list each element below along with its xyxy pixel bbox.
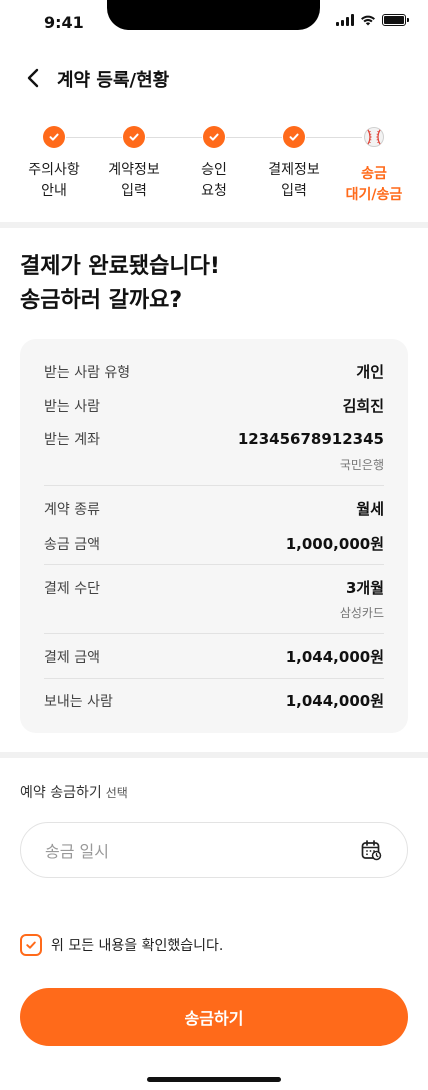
summary-row-sender: 보내는 사람 1,044,000원 <box>44 690 384 711</box>
header: 계약 등록/현황 <box>0 56 428 100</box>
row-label: 받는 계좌 <box>44 432 100 448</box>
section-divider <box>0 222 428 228</box>
summary-row-transfer-amount: 송금 금액 1,000,000원 <box>44 533 384 554</box>
step-5: 송금 대기/송금 <box>334 126 414 206</box>
device-notch <box>107 0 320 30</box>
row-value: 1,044,000원 <box>285 692 384 710</box>
step-2: 계약정보 입력 <box>94 126 174 202</box>
row-value: 3개월 <box>345 579 384 597</box>
wifi-icon <box>361 15 375 26</box>
summary-row-recipient-type: 받는 사람 유형 개인 <box>44 361 384 382</box>
row-value: 1,044,000원 <box>285 648 384 666</box>
row-label: 결제 수단 <box>44 580 100 597</box>
step-1: 주의사항 안내 <box>14 126 94 202</box>
chevron-left-icon[interactable] <box>22 66 46 90</box>
home-indicator <box>147 1077 281 1082</box>
reserved-transfer-title: 예약 송금하기 <box>20 785 102 801</box>
headline-line-1: 결제가 완료됐습니다! <box>20 254 220 279</box>
card-divider <box>44 633 384 634</box>
progress-stepper: 주의사항 안내 계약정보 입력 승인 요청 결제정보 입력 송금 대기/송금 <box>0 126 428 208</box>
summary-row-payment-method: 결제 수단 3개월 <box>44 577 384 598</box>
summary-row-contract-type: 계약 종류 월세 <box>44 498 384 519</box>
confirm-agreement[interactable]: 위 모든 내용을 확인했습니다. <box>20 934 223 956</box>
checkbox-checked-icon[interactable] <box>20 934 42 956</box>
check-icon <box>123 126 145 148</box>
row-label: 보내는 사람 <box>44 693 113 710</box>
row-value: 개인 <box>356 363 384 381</box>
summary-row-payment-amount: 결제 금액 1,044,000원 <box>44 646 384 667</box>
headline-line-2: 송금하러 갈까요? <box>20 288 183 313</box>
completion-headline: 결제가 완료됐습니다! 송금하러 갈까요? <box>20 250 220 318</box>
reserved-transfer-label: 예약 송금하기 선택 <box>20 782 128 802</box>
row-value: 김희진 <box>342 397 384 415</box>
status-icons <box>336 14 409 26</box>
row-value: 1,000,000원 <box>285 535 384 553</box>
calendar-icon[interactable] <box>359 838 383 862</box>
page-title: 계약 등록/현황 <box>57 70 170 91</box>
row-value: 12345678912345 <box>237 430 384 448</box>
card-divider <box>44 564 384 565</box>
signal-icon <box>336 14 354 26</box>
summary-row-account: 받는 계좌 12345678912345 <box>44 429 384 449</box>
row-value: 월세 <box>356 500 384 518</box>
check-icon <box>283 126 305 148</box>
step-label: 결제정보 입력 <box>268 162 320 199</box>
check-icon <box>203 126 225 148</box>
row-label: 결제 금액 <box>44 649 100 666</box>
row-label: 계약 종류 <box>44 501 100 518</box>
baseball-icon <box>364 127 384 147</box>
transfer-datetime-input[interactable]: 송금 일시 <box>20 822 408 878</box>
card-issuer: 삼성카드 <box>339 606 384 620</box>
step-label: 주의사항 안내 <box>28 162 80 199</box>
check-icon <box>43 126 65 148</box>
status-bar: 9:41 <box>0 0 428 44</box>
step-label-active: 송금 대기/송금 <box>345 166 403 203</box>
bank-name: 국민은행 <box>339 458 384 472</box>
step-label: 승인 요청 <box>201 162 227 199</box>
payment-summary-card: 받는 사람 유형 개인 받는 사람 김희진 받는 계좌 123456789123… <box>20 339 408 733</box>
step-4: 결제정보 입력 <box>254 126 334 202</box>
status-time: 9:41 <box>44 13 84 32</box>
section-divider <box>0 752 428 758</box>
step-label: 계약정보 입력 <box>108 162 160 199</box>
step-3: 승인 요청 <box>174 126 254 202</box>
row-label: 송금 금액 <box>44 536 100 553</box>
send-money-button[interactable]: 송금하기 <box>20 988 408 1046</box>
summary-row-recipient: 받는 사람 김희진 <box>44 395 384 416</box>
card-divider <box>44 678 384 679</box>
agreement-text: 위 모든 내용을 확인했습니다. <box>51 938 224 954</box>
battery-icon <box>382 14 409 26</box>
row-label: 받는 사람 유형 <box>44 364 131 381</box>
row-label: 받는 사람 <box>44 398 100 415</box>
optional-tag: 선택 <box>105 786 128 800</box>
datetime-placeholder: 송금 일시 <box>45 842 109 861</box>
card-divider <box>44 485 384 486</box>
